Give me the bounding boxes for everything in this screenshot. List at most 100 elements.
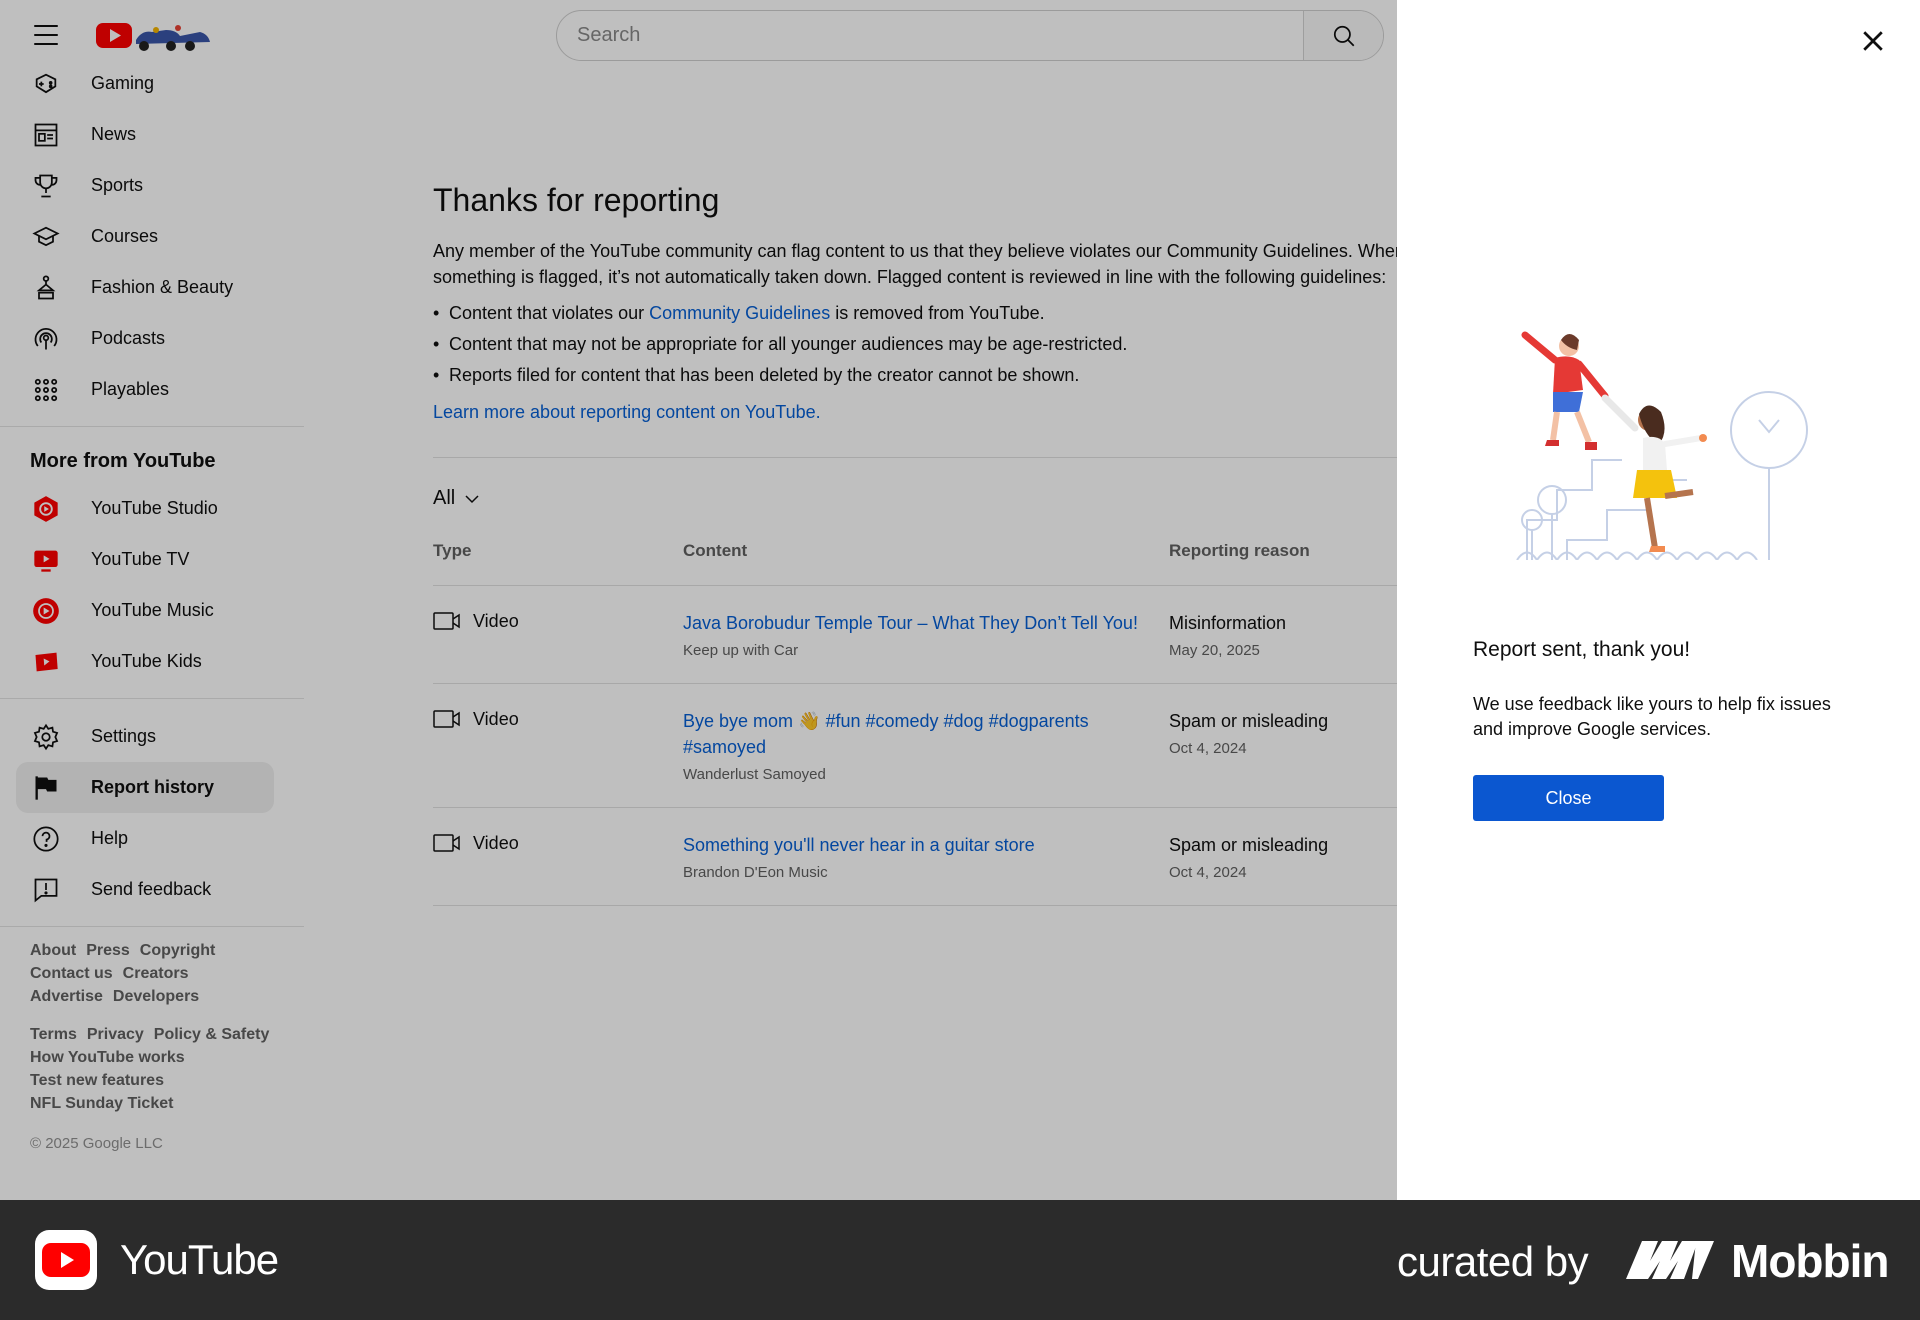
sidebar-item-youtube-studio[interactable]: YouTube Studio: [0, 483, 288, 534]
playables-icon: [30, 374, 62, 406]
footer-link-creators[interactable]: Creators: [123, 962, 189, 985]
sidebar-item-youtube-music[interactable]: YouTube Music: [0, 585, 288, 636]
youtube-studio-icon: [30, 493, 62, 525]
footer-link-contact-us[interactable]: Contact us: [30, 962, 113, 985]
app-name: YouTube: [120, 1236, 279, 1283]
search-icon: [1333, 25, 1354, 46]
footer-link-how-youtube-works[interactable]: How YouTube works: [30, 1046, 185, 1069]
channel-name: Wanderlust Samoyed: [683, 766, 826, 783]
close-button[interactable]: Close: [1473, 775, 1664, 821]
sidebar-item-label: Help: [91, 828, 129, 848]
news-icon: [30, 119, 62, 151]
divider: [0, 426, 304, 427]
video-icon: [433, 612, 460, 630]
footer-link-privacy[interactable]: Privacy: [87, 1023, 144, 1046]
panel-title: Report sent, thank you!: [1473, 638, 1691, 661]
row-reason: Spam or misleading Oct 4, 2024: [1169, 708, 1328, 757]
sidebar-item-fashion-beauty[interactable]: Fashion & Beauty: [0, 262, 288, 313]
feedback-icon: [30, 874, 62, 906]
sidebar-item-help[interactable]: Help: [0, 813, 288, 864]
sidebar-item-label: YouTube TV: [91, 549, 190, 569]
row-type: Video: [433, 610, 519, 632]
row-reason: Spam or misleading Oct 4, 2024: [1169, 832, 1328, 881]
gear-icon: [30, 721, 62, 753]
sidebar-item-podcasts[interactable]: Podcasts: [0, 313, 288, 364]
sidebar-item-gaming[interactable]: Gaming: [0, 58, 288, 109]
video-title-link[interactable]: Something you'll never hear in a guitar …: [683, 832, 1143, 858]
page-title: Thanks for reporting: [433, 182, 720, 218]
copyright: © 2025 Google LLC: [30, 1135, 163, 1152]
youtube-doodle-logo[interactable]: [94, 18, 224, 52]
video-title-link[interactable]: Bye bye mom 👋 #fun #comedy #dog #dogpare…: [683, 708, 1093, 760]
search-input[interactable]: [557, 11, 1303, 60]
sidebar-item-label: Courses: [91, 226, 159, 246]
trophy-icon: [30, 170, 62, 202]
column-header-content: Content: [683, 541, 748, 560]
list-item: Reports filed for content that has been …: [433, 360, 1127, 391]
video-title-link[interactable]: Java Borobudur Temple Tour – What They D…: [683, 610, 1143, 636]
community-guidelines-link[interactable]: Community Guidelines: [649, 303, 830, 323]
row-reason: Misinformation May 20, 2025: [1169, 610, 1286, 659]
footer-link-copyright[interactable]: Copyright: [140, 939, 216, 962]
footer-link-policy-safety[interactable]: Policy & Safety: [154, 1023, 270, 1046]
sidebar-item-send-feedback[interactable]: Send feedback: [0, 864, 288, 915]
bullet-text: is removed from YouTube.: [830, 303, 1045, 323]
footer-links-primary: About Press Copyright Contact us Creators Adv…: [0, 939, 280, 1008]
sidebar-item-playables[interactable]: Playables: [0, 364, 288, 415]
row-type-label: Video: [473, 610, 519, 631]
footer-link-test-new-features[interactable]: Test new features: [30, 1069, 164, 1092]
sidebar-item-courses[interactable]: Courses: [0, 211, 288, 262]
brand-footer: YouTube curated by Mobbin: [0, 1200, 1920, 1320]
filter-dropdown[interactable]: All: [433, 487, 481, 510]
gaming-icon: [30, 68, 62, 100]
footer-link-developers[interactable]: Developers: [113, 985, 199, 1008]
panel-message: We use feedback like yours to help fix i…: [1473, 694, 1831, 739]
mobbin-logo-icon: [1626, 1241, 1714, 1279]
footer-link-nfl-sunday-ticket[interactable]: NFL Sunday Ticket: [30, 1092, 173, 1115]
help-icon: [30, 823, 62, 855]
sidebar-item-settings[interactable]: Settings: [0, 711, 288, 762]
report-date: Oct 4, 2024: [1169, 740, 1247, 757]
youtube-music-icon: [30, 595, 62, 627]
divider: [433, 457, 1433, 458]
footer-link-terms[interactable]: Terms: [30, 1023, 77, 1046]
row-content: Bye bye mom 👋 #fun #comedy #dog #dogpare…: [683, 708, 1093, 783]
sidebar-item-youtube-tv[interactable]: YouTube TV: [0, 534, 288, 585]
guidelines-list: Content that violates our Community Guid…: [433, 298, 1127, 391]
sidebar-item-label: Fashion & Beauty: [91, 277, 234, 297]
column-header-type: Type: [433, 541, 472, 560]
sidebar-item-youtube-kids[interactable]: YouTube Kids: [0, 636, 288, 687]
hanger-icon: [30, 272, 62, 304]
report-date: Oct 4, 2024: [1169, 864, 1247, 881]
reason-text: Misinformation: [1169, 613, 1287, 633]
row-type-label: Video: [473, 832, 519, 853]
learn-more-link[interactable]: Learn more about reporting content on Yo…: [433, 402, 821, 423]
sidebar-item-label: YouTube Studio: [91, 498, 218, 518]
footer-link-press[interactable]: Press: [86, 939, 130, 962]
footer-link-about[interactable]: About: [30, 939, 76, 962]
divider: [0, 926, 304, 927]
sidebar-item-label: Report history: [91, 777, 215, 797]
menu-icon[interactable]: [30, 22, 62, 48]
sidebar-item-sports[interactable]: Sports: [0, 160, 288, 211]
close-icon[interactable]: [1858, 26, 1888, 56]
sidebar-item-news[interactable]: News: [0, 109, 288, 160]
search-button[interactable]: [1303, 11, 1383, 60]
row-type: Video: [433, 708, 519, 730]
sidebar-item-label: YouTube Music: [91, 600, 214, 620]
footer-links-secondary: Terms Privacy Policy & Safety How YouTube w…: [0, 1023, 280, 1115]
sidebar-item-label: Playables: [91, 379, 170, 399]
row-content: Java Borobudur Temple Tour – What They D…: [683, 610, 1143, 659]
sidebar-item-label: Podcasts: [91, 328, 166, 348]
table-row: Video Something you'll never hear in a g…: [433, 808, 1433, 906]
youtube-app: Gaming News Sports Courses Fashion & Bea…: [0, 0, 1920, 1200]
row-type-label: Video: [473, 708, 519, 729]
intro-text: Any member of the YouTube community can …: [433, 241, 1405, 287]
sidebar-item-label: Gaming: [91, 73, 155, 93]
footer-link-advertise[interactable]: Advertise: [30, 985, 103, 1008]
sidebar-item-label: Sports: [91, 175, 144, 195]
video-icon: [433, 834, 460, 852]
curator-name: Mobbin: [1731, 1235, 1889, 1287]
sidebar-item-report-history[interactable]: Report history: [16, 762, 274, 813]
curated-by-text: curated by: [1397, 1238, 1589, 1285]
